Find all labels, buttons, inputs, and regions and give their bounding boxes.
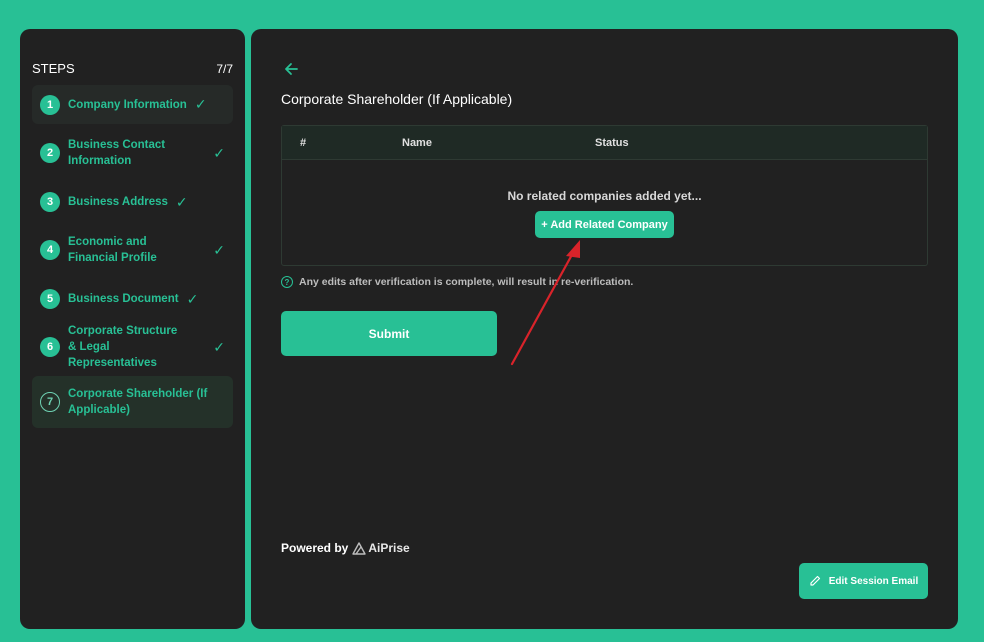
check-icon: ✓	[175, 193, 188, 210]
notice-text: Any edits after verification is complete…	[299, 276, 634, 288]
step-number: 1	[40, 94, 60, 115]
check-icon: ✓	[213, 241, 225, 258]
related-companies-table: # Name Status No related companies added…	[281, 125, 928, 266]
check-icon: ✓	[186, 290, 199, 307]
check-icon: ✓	[213, 144, 225, 161]
step-number: 7	[40, 392, 60, 412]
powered-by: Powered by AiPrise	[281, 541, 410, 555]
pencil-icon	[810, 575, 820, 586]
check-icon: ✓	[213, 338, 225, 355]
steps-sidebar: STEPS 7/7 1 Company Information ✓ 2 Busi…	[20, 29, 245, 629]
aiprise-logo-icon	[352, 541, 367, 555]
edit-session-email-label: Edit Session Email	[828, 575, 919, 587]
main-panel: Corporate Shareholder (If Applicable) # …	[251, 29, 958, 629]
step-label: Business Contact Information	[68, 139, 166, 167]
column-header-status: Status	[595, 137, 629, 149]
step-label: Corporate Shareholder (If Applicable)	[68, 388, 208, 416]
step-number: 6	[40, 337, 60, 357]
check-icon: ✓	[194, 96, 207, 112]
table-header: # Name Status	[282, 126, 927, 160]
arrow-left-icon[interactable]	[284, 61, 298, 79]
step-label: Business Document	[68, 293, 179, 305]
submit-button[interactable]: Submit	[281, 311, 497, 356]
step-label: Economic and Financial Profile	[68, 236, 157, 264]
step-number: 3	[40, 192, 60, 212]
empty-state-message: No related companies added yet...	[507, 189, 702, 203]
steps-title: STEPS	[32, 61, 75, 76]
brand-name: AiPrise	[368, 541, 410, 555]
step-number: 2	[40, 143, 60, 163]
step-number: 4	[40, 240, 60, 260]
powered-by-label: Powered by	[281, 541, 349, 555]
help-circle-icon: ?	[281, 276, 293, 288]
page-title: Corporate Shareholder (If Applicable)	[281, 91, 513, 107]
step-business-contact[interactable]: 2 Business Contact Information ✓	[32, 133, 233, 173]
step-business-document[interactable]: 5 Business Document ✓	[32, 281, 233, 317]
step-corporate-shareholder[interactable]: 7 Corporate Shareholder (If Applicable)	[32, 376, 233, 428]
aiprise-logo: AiPrise	[352, 541, 410, 555]
edit-session-email-button[interactable]: Edit Session Email	[799, 563, 928, 599]
column-header-index: #	[300, 137, 307, 149]
step-label: Business Address	[68, 196, 168, 208]
step-label: Corporate Structure & Legal Representati…	[68, 325, 178, 369]
step-company-information[interactable]: 1 Company Information ✓	[32, 85, 233, 124]
steps-count: 7/7	[216, 61, 233, 76]
step-economic-profile[interactable]: 4 Economic and Financial Profile ✓	[32, 230, 233, 270]
step-label: Company Information	[68, 98, 187, 111]
step-corporate-structure[interactable]: 6 Corporate Structure & Legal Representa…	[32, 325, 233, 369]
step-number: 5	[40, 289, 60, 309]
column-header-name: Name	[402, 137, 432, 149]
step-business-address[interactable]: 3 Business Address ✓	[32, 184, 233, 220]
reverification-notice: ? Any edits after verification is comple…	[281, 276, 633, 288]
steps-header: STEPS 7/7	[32, 61, 233, 76]
add-related-company-button[interactable]: + Add Related Company	[535, 211, 674, 238]
